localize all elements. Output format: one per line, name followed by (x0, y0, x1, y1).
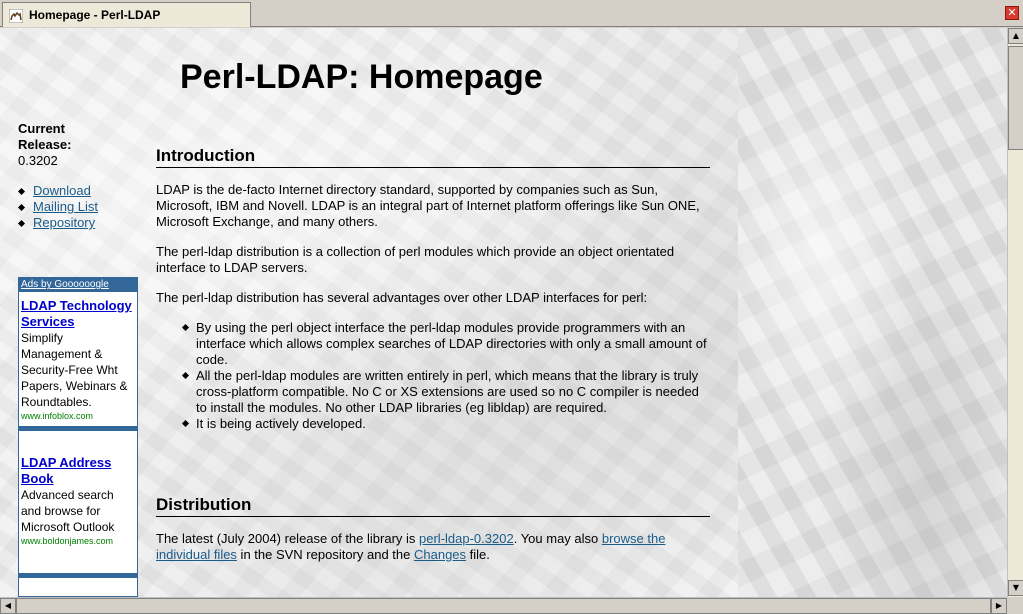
ad-text: Simplify Management & Security-Free Wht … (21, 331, 128, 409)
vertical-scrollbar[interactable]: ▲ ▼ (1007, 28, 1023, 597)
ad-title[interactable]: LDAP Technology Services (21, 298, 135, 330)
release-download-link[interactable]: perl-ldap-0.3202 (419, 531, 514, 546)
distribution-text: in the SVN repository and the (236, 547, 414, 562)
bullet-icon (181, 323, 190, 332)
page-viewport: Perl-LDAP: Homepage Current Release: 0.3… (0, 28, 1007, 597)
tab-bar: Homepage - Perl-LDAP ✕ (0, 0, 1023, 27)
scroll-up-icon[interactable]: ▲ (1008, 28, 1023, 44)
scroll-down-icon[interactable]: ▼ (1008, 580, 1023, 596)
distribution-text: . You may also (513, 531, 602, 546)
distribution-heading: Distribution (156, 495, 710, 517)
introduction-heading: Introduction (156, 146, 710, 168)
scrollbar-thumb[interactable] (1008, 46, 1023, 150)
intro-paragraph-2: The perl-ldap distribution is a collecti… (156, 244, 675, 275)
scrollbar-corner (1007, 597, 1023, 614)
distribution-text: file. (466, 547, 490, 562)
scrollbar-thumb[interactable] (16, 598, 991, 614)
download-link[interactable]: Download (33, 183, 91, 199)
bullet-icon (181, 371, 190, 380)
intro-paragraph-3: The perl-ldap distribution has several a… (156, 290, 648, 305)
ad-text: Advanced search and browse for Microsoft… (21, 488, 115, 534)
scroll-right-icon[interactable]: ▶ (991, 598, 1007, 614)
list-item-text: All the perl-ldap modules are written en… (196, 368, 699, 415)
distribution-text: The latest (July 2004) release of the li… (156, 531, 420, 546)
scroll-left-icon[interactable]: ◀ (0, 598, 16, 614)
camel-icon (8, 8, 24, 24)
list-item: By using the perl object interface the p… (181, 320, 712, 368)
horizontal-scrollbar[interactable]: ◀ ▶ (0, 597, 1007, 614)
bullet-icon (17, 203, 26, 211)
ad-item: LDAP Address Book Advanced search and br… (19, 431, 137, 551)
mailing-list-link[interactable]: Mailing List (33, 199, 98, 215)
ad-title[interactable]: LDAP Address Book (21, 455, 135, 487)
tab-homepage[interactable]: Homepage - Perl-LDAP (2, 2, 251, 27)
list-item: All the perl-ldap modules are written en… (181, 368, 712, 416)
list-item-text: By using the perl object interface the p… (196, 320, 707, 367)
close-icon[interactable]: ✕ (1005, 6, 1019, 20)
current-release-label: Current Release: (18, 121, 72, 152)
repository-link[interactable]: Repository (33, 215, 95, 231)
bullet-icon (17, 187, 26, 195)
changes-link[interactable]: Changes (414, 547, 466, 562)
ad-url[interactable]: www.infoblox.com (21, 410, 135, 422)
ad-url[interactable]: www.boldonjames.com (21, 535, 135, 547)
ad-item: LDAP Technology Services Simplify Manage… (19, 292, 137, 426)
ads-header[interactable]: Ads by Goooooogle (19, 278, 137, 292)
bullet-icon (17, 219, 26, 227)
page-title: Perl-LDAP: Homepage (180, 58, 543, 96)
advantages-list: By using the perl object interface the p… (181, 320, 712, 432)
list-item-text: It is being actively developed. (196, 416, 366, 431)
list-item: It is being actively developed. (181, 416, 712, 432)
distribution-paragraph: The latest (July 2004) release of the li… (156, 531, 710, 563)
sidebar-item-repository: Repository (17, 215, 98, 231)
sidebar-item-mailing-list: Mailing List (17, 199, 98, 215)
ad-divider (19, 573, 137, 578)
bullet-icon (181, 419, 190, 428)
current-release-version: 0.3202 (18, 153, 58, 168)
background-strip (738, 28, 1007, 597)
sidebar-item-download: Download (17, 183, 98, 199)
tab-title: Homepage - Perl-LDAP (29, 8, 161, 22)
sidebar-links: Download Mailing List Repository (17, 183, 98, 231)
intro-paragraph-1: LDAP is the de-facto Internet directory … (156, 182, 700, 229)
ads-box: Ads by Goooooogle LDAP Technology Servic… (18, 277, 138, 597)
